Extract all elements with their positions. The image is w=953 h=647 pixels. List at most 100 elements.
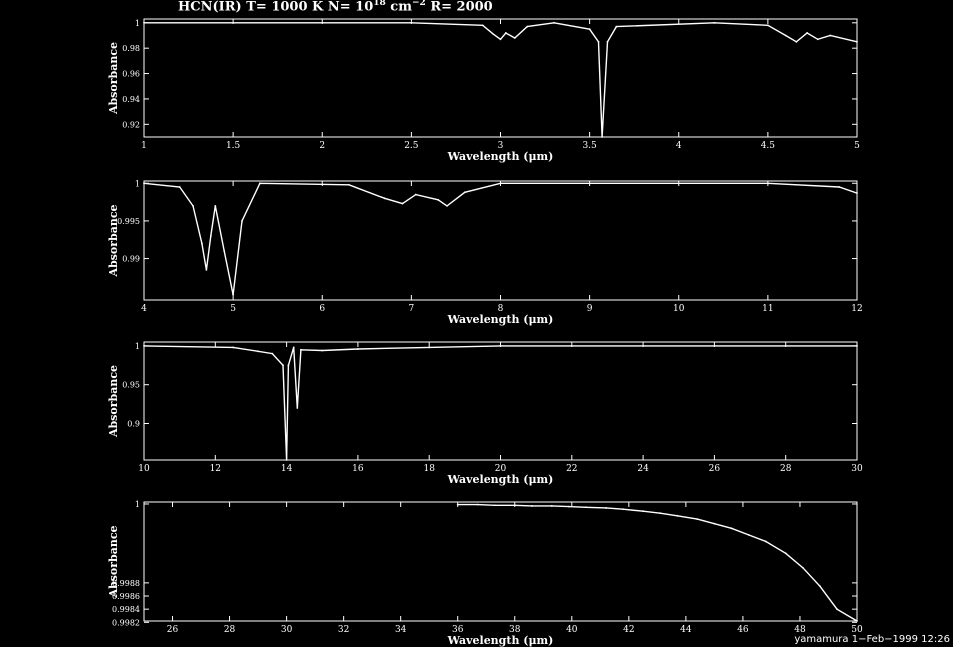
panel-2-data-point — [143, 182, 145, 185]
panel-3-ytick-label: 1 — [135, 342, 140, 351]
panel-2-data-point — [414, 193, 417, 196]
panel-1-ytick-label: 0.92 — [122, 120, 140, 129]
panel-3-data-point — [357, 348, 359, 350]
panel-2-xtick-label: 4 — [141, 304, 147, 314]
panel-3-data-point — [232, 346, 235, 349]
panel-1-data-point — [601, 136, 604, 138]
panel-1-xtick-label: 1 — [141, 141, 147, 151]
panel-1-data-point — [513, 37, 516, 39]
panel-3-data-point — [285, 459, 288, 461]
panel-3-frame — [143, 341, 858, 461]
panel-1-xtick-label: 5 — [854, 141, 860, 151]
panel-3-data-point — [282, 364, 284, 367]
panel-2-ytick-label: 0.995 — [117, 217, 140, 226]
panel-4-series-line — [457, 503, 858, 622]
panel-3-data-point — [299, 348, 302, 351]
panel-2-data-point — [437, 198, 440, 201]
panel-4-xtick-label: 28 — [224, 625, 236, 635]
panel-3-data-point — [257, 350, 259, 353]
panel-3-data-point — [292, 346, 295, 349]
panel-4-data-point — [696, 518, 699, 520]
panel-4-data-point — [713, 522, 716, 525]
panel-4-data-point — [642, 510, 644, 513]
panel-2-xtick-label: 5 — [230, 304, 236, 314]
panel-2-data-point — [192, 204, 194, 207]
panel-1-data-point — [816, 38, 819, 41]
footer-stamp: yamamura 1−Feb−1999 12:26 — [794, 634, 950, 645]
panel-3-xtick-label: 24 — [637, 464, 649, 474]
panel-3-xtick-label: 14 — [281, 464, 293, 474]
panel-3-xtick-label: 28 — [780, 464, 792, 474]
panel-1-xtick-label: 2 — [319, 141, 325, 151]
panel-4-data-point — [456, 503, 459, 506]
panel-4-data-point — [730, 527, 733, 530]
panel-4-data-point — [513, 504, 516, 507]
panel-3-data-point — [271, 352, 274, 355]
panel-3-xtick-label: 26 — [709, 464, 721, 474]
panel-2-data-point — [205, 268, 208, 271]
panel-1-data-point — [588, 28, 591, 31]
panel-2-xtick-label: 6 — [319, 304, 325, 314]
panel-3-xtick-label: 16 — [352, 464, 364, 474]
panel-1-xtick-label: 3.5 — [582, 141, 597, 151]
panel-1-data-point — [553, 21, 555, 24]
panel-2-xtick-label: 12 — [851, 304, 862, 314]
panel-4-xtick-label: 26 — [167, 625, 179, 635]
panel-1-data-point — [784, 34, 787, 37]
panel-4-data-point — [605, 507, 607, 509]
panel-2-ytick-label: 1 — [135, 179, 140, 188]
panel-3-data-point — [321, 349, 324, 352]
panel-4-xtick-label: 30 — [281, 625, 293, 635]
panel-4-xtick-label: 32 — [338, 625, 349, 635]
panel-2-series-line — [143, 182, 858, 295]
panel-1-data-point — [806, 32, 808, 34]
panel-3-ylabel: Absorbance — [107, 365, 120, 438]
panel-1-data-point — [713, 21, 716, 24]
panel-1-data-point — [829, 34, 832, 37]
panel-2-xlabel: Wavelength (μm) — [447, 313, 554, 326]
panel-1-data-point — [526, 25, 529, 28]
panel-3-data-point — [856, 344, 858, 347]
panel-4-data-point — [622, 508, 625, 511]
panel-3-xtick-label: 10 — [138, 464, 150, 474]
panel-3-ytick-label: 0.9 — [127, 420, 140, 429]
panel-2-data-point — [499, 182, 502, 185]
panel-3-data-point — [143, 344, 145, 347]
panel-2-data-point — [838, 186, 841, 188]
panel-3-ytick-label: 0.95 — [122, 381, 140, 390]
panel-3-xlabel: Wavelength (μm) — [447, 473, 554, 486]
panel-3-xtick-label: 18 — [423, 464, 435, 474]
panel-4-ytick-label: 1 — [135, 500, 140, 509]
panel-1-data-point — [606, 40, 609, 43]
panel-4-xlabel: Wavelength (μm) — [447, 634, 554, 647]
panel-1-ytick-label: 1 — [135, 19, 140, 28]
panel-4-data-point — [819, 585, 821, 588]
plot-canvas: 1 1.5 2 2.5 3 3.5 4 4.5 50.920.940.960.981Wavele… — [107, 18, 863, 647]
panel-4-data-point — [476, 503, 479, 506]
spectrum-figure: HCN(IR) T= 1000 K N= 1018 cm−2 R= 2000 1… — [0, 0, 953, 647]
panel-2-data-point — [856, 192, 858, 194]
panel-2-data-point — [463, 191, 466, 194]
panel-2-frame — [143, 180, 858, 301]
panel-3-data-point — [287, 364, 290, 367]
panel-4-data-point — [747, 533, 750, 536]
panel-3-series-line — [143, 345, 857, 461]
panel-1-data-point — [856, 40, 858, 43]
panel-4-data-point — [659, 512, 662, 515]
panel-1-data-point — [481, 24, 484, 27]
panel-4-data-point — [836, 608, 838, 611]
panel-1-xlabel: Wavelength (μm) — [447, 150, 554, 163]
panel-4-ytick-label: 0.9982 — [112, 618, 140, 627]
panel-3-data-point — [499, 344, 502, 347]
panel-1-xtick-label: 2.5 — [404, 141, 419, 151]
panel-1-frame — [143, 18, 858, 138]
panel-4-ylabel: Absorbance — [107, 525, 120, 598]
panel-4-data-point — [550, 505, 553, 507]
panel-4-data-point — [493, 504, 496, 507]
panel-4-xtick-label: 42 — [623, 625, 634, 635]
panel-2-data-point — [209, 235, 212, 237]
panel-4-data-point — [856, 620, 858, 622]
panel-1-data-point — [499, 38, 502, 41]
panel-1-ytick-label: 0.94 — [122, 95, 140, 104]
panel-3-data-point — [428, 346, 431, 349]
